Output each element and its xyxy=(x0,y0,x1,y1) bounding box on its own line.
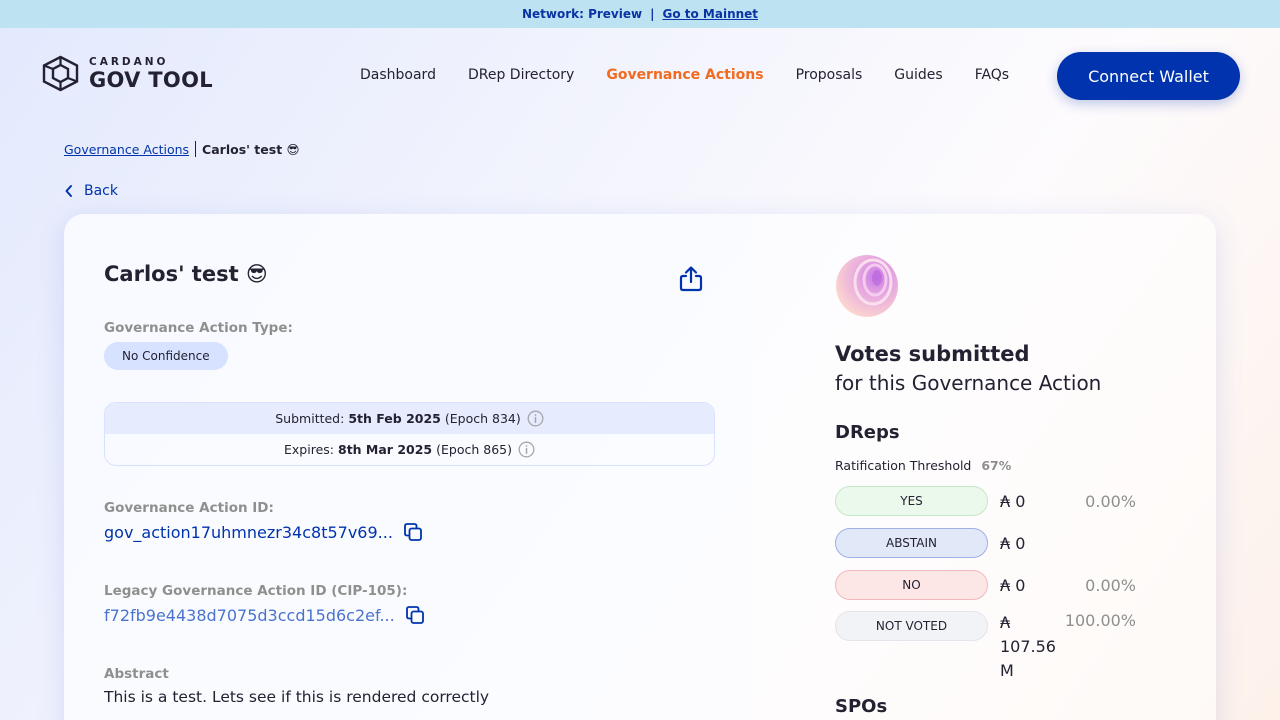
logo-hexagon-icon xyxy=(42,55,79,92)
expires-date: 8th Mar 2025 xyxy=(338,442,433,457)
nav-drep-directory[interactable]: DRep Directory xyxy=(468,66,574,84)
action-id-label: Governance Action ID: xyxy=(104,500,274,516)
go-to-mainnet-link[interactable]: Go to Mainnet xyxy=(662,7,758,21)
nav-guides[interactable]: Guides xyxy=(894,66,942,84)
chevron-left-icon xyxy=(65,185,72,197)
legacy-id-row: f72fb9e4438d7075d3ccd15d6c2ef... xyxy=(104,605,425,625)
network-banner: Network: Preview | Go to Mainnet xyxy=(0,0,1280,28)
expires-label: Expires: xyxy=(284,442,334,457)
breadcrumb: Governance Actions Carlos' test 😎 xyxy=(64,141,300,157)
vote-pill-abstain: ABSTAIN xyxy=(835,528,988,558)
vote-percent-not-voted: 100.00% xyxy=(1064,611,1136,630)
back-button[interactable]: Back xyxy=(64,183,118,199)
abstract-text: This is a test. Lets see if this is rend… xyxy=(104,688,490,706)
vote-row-abstain: ABSTAIN ₳ 0 xyxy=(835,528,1136,558)
breadcrumb-governance-actions-link[interactable]: Governance Actions xyxy=(64,142,189,157)
submitted-label: Submitted: xyxy=(275,411,345,426)
breadcrumb-divider xyxy=(195,141,197,157)
vote-row-not-voted: NOT VOTED ₳ 107.56 M 100.00% xyxy=(835,611,1136,683)
vote-row-yes: YES ₳ 0 0.00% xyxy=(835,486,1136,516)
nav-governance-actions[interactable]: Governance Actions xyxy=(606,66,763,84)
connect-wallet-button[interactable]: Connect Wallet xyxy=(1057,52,1240,100)
main-nav: Dashboard DRep Directory Governance Acti… xyxy=(360,66,1041,84)
orb-icon xyxy=(836,255,898,317)
vote-amount-yes: ₳ 0 xyxy=(1000,491,1026,511)
logo-small-text: CARDANO xyxy=(89,55,169,68)
expires-row: Expires: 8th Mar 2025 (Epoch 865) xyxy=(105,434,714,465)
spos-title: SPOs xyxy=(835,696,888,717)
legacy-id-label: Legacy Governance Action ID (CIP-105): xyxy=(104,583,408,599)
action-dates-box: Submitted: 5th Feb 2025 (Epoch 834) Expi… xyxy=(104,402,715,466)
logo-big-text: GOV TOOL xyxy=(89,67,213,92)
copy-icon[interactable] xyxy=(403,522,423,542)
dreps-title: DReps xyxy=(835,422,900,443)
votes-subtitle: for this Governance Action xyxy=(835,371,1102,395)
action-type-label: Governance Action Type: xyxy=(104,320,293,336)
vote-row-no: NO ₳ 0 0.00% xyxy=(835,570,1136,600)
votes-panel: Votes submitted for this Governance Acti… xyxy=(835,214,1165,720)
vote-pill-no: NO xyxy=(835,570,988,600)
app-logo[interactable]: CARDANO GOV TOOL xyxy=(40,55,213,92)
banner-separator: | xyxy=(650,7,655,21)
breadcrumb-current: Carlos' test 😎 xyxy=(202,141,300,157)
back-label: Back xyxy=(84,183,118,199)
nav-dashboard[interactable]: Dashboard xyxy=(360,66,436,84)
votes-title: Votes submitted xyxy=(835,342,1030,366)
threshold-label: Ratification Threshold xyxy=(835,458,972,473)
submitted-date: 5th Feb 2025 xyxy=(348,411,441,426)
action-id-row: gov_action17uhmnezr34c8t57v69... xyxy=(104,522,423,542)
nav-proposals[interactable]: Proposals xyxy=(796,66,863,84)
action-type-chip: No Confidence xyxy=(104,342,228,370)
info-icon[interactable] xyxy=(518,441,535,458)
vote-pill-not-voted: NOT VOTED xyxy=(835,611,988,641)
submitted-epoch: (Epoch 834) xyxy=(444,411,521,426)
expires-epoch: (Epoch 865) xyxy=(436,442,512,457)
ratification-threshold: Ratification Threshold 67% xyxy=(835,458,1011,473)
legacy-id-value[interactable]: f72fb9e4438d7075d3ccd15d6c2ef... xyxy=(104,606,395,625)
vote-amount-not-voted: ₳ 107.56 M xyxy=(1000,613,1056,680)
abstract-label: Abstract xyxy=(104,666,169,682)
copy-icon[interactable] xyxy=(405,605,425,625)
vote-pill-yes: YES xyxy=(835,486,988,516)
info-icon[interactable] xyxy=(527,410,544,427)
action-title: Carlos' test 😎 xyxy=(104,262,268,286)
vote-amount-no: ₳ 0 xyxy=(1000,575,1026,595)
share-icon[interactable] xyxy=(678,265,704,293)
submitted-row: Submitted: 5th Feb 2025 (Epoch 834) xyxy=(105,403,714,434)
vote-percent-no: 0.00% xyxy=(1085,575,1136,595)
governance-action-card: Carlos' test 😎 Governance Action Type: N… xyxy=(64,214,1216,720)
vote-amount-abstain: ₳ 0 xyxy=(1000,533,1026,553)
network-label: Network: Preview xyxy=(521,7,643,21)
action-id-value[interactable]: gov_action17uhmnezr34c8t57v69... xyxy=(104,523,393,542)
nav-faqs[interactable]: FAQs xyxy=(975,66,1009,84)
threshold-value: 67% xyxy=(981,458,1012,473)
action-details-panel: Carlos' test 😎 Governance Action Type: N… xyxy=(64,214,754,720)
vote-percent-yes: 0.00% xyxy=(1085,491,1136,511)
